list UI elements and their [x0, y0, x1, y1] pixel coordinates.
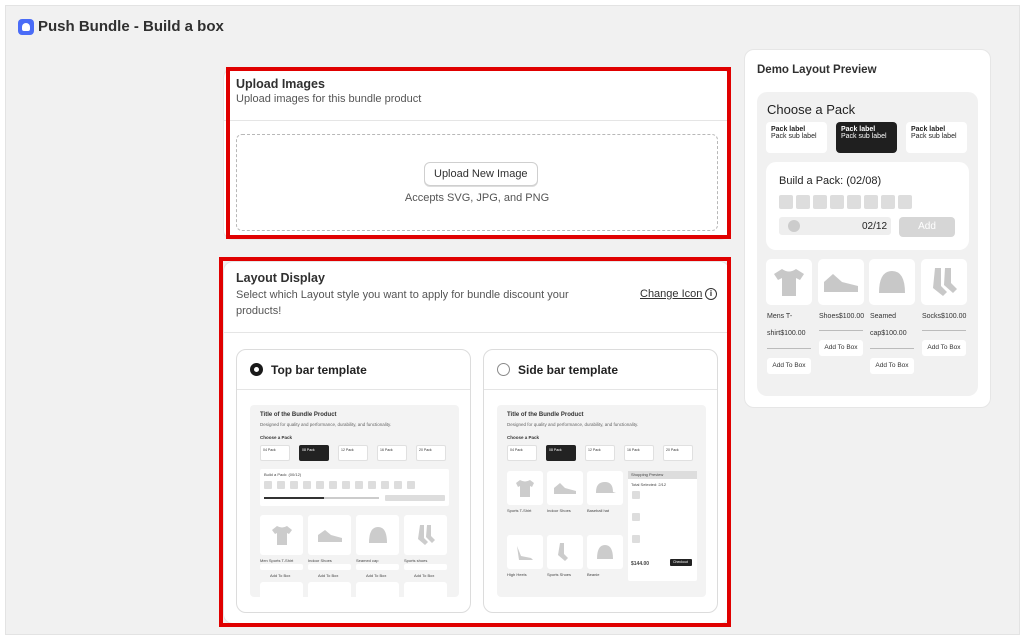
preview-pack-3[interactable]: Pack label Pack sub label: [906, 122, 967, 153]
socks-icon: [547, 535, 583, 569]
layout-display-card: Layout Display Select which Layout style…: [223, 261, 730, 624]
preview-add-to-box-button[interactable]: Add To Box: [819, 340, 863, 356]
template-side-bar[interactable]: Side bar template Title of the Bundle Pr…: [483, 349, 718, 613]
demo-layout-preview-card: Demo Layout Preview Choose a Pack Pack l…: [744, 49, 991, 408]
tshirt-icon: [507, 471, 543, 505]
upload-dropzone[interactable]: Upload New Image Accepts SVG, JPG, and P…: [236, 134, 718, 231]
cap-icon: [587, 471, 623, 505]
shoe-icon: [547, 471, 583, 505]
app-title: Push Bundle - Build a box: [38, 18, 224, 35]
layout-title: Layout Display: [236, 271, 325, 285]
beanie-icon: [587, 535, 623, 569]
mock-build-box: Build a Pack: (00/12): [260, 469, 449, 506]
beanie-icon: [356, 515, 399, 555]
upload-images-card: Upload Images Upload images for this bun…: [223, 68, 730, 240]
info-icon[interactable]: i: [705, 288, 717, 300]
mock-pack: 16 Pack: [377, 445, 407, 461]
preview-pack-2[interactable]: Pack label Pack sub label: [836, 122, 897, 153]
upload-new-image-button[interactable]: Upload New Image: [424, 162, 538, 186]
change-icon-link[interactable]: Change Icon: [640, 288, 702, 300]
preview-progress-knob[interactable]: [788, 220, 800, 232]
preview-product-1-label: Mens T-shirt$100.00: [767, 313, 806, 337]
socks-icon: [921, 259, 967, 305]
preview-title: Demo Layout Preview: [757, 64, 877, 76]
preview-product-3-label: Seamed cap$100.00: [870, 313, 907, 337]
mock-pack: 12 Pack: [338, 445, 368, 461]
mock-choose: Choose a Pack: [260, 435, 293, 440]
preview-slot-row: [779, 195, 912, 209]
template-side-bar-label: Side bar template: [518, 362, 619, 377]
mock-shopping-preview: Shopping Preview Total Selected: 2/12 $1…: [628, 471, 697, 581]
preview-add-button[interactable]: Add: [899, 217, 955, 237]
heel-icon: [507, 535, 543, 569]
app-header: Push Bundle - Build a box: [18, 18, 224, 35]
tshirt-icon: [260, 515, 303, 555]
top-bar-preview-mock: Title of the Bundle Product Designed for…: [250, 405, 459, 597]
preview-panel: Choose a Pack Pack label Pack sub label P…: [757, 92, 978, 396]
radio-top-bar[interactable]: [250, 363, 263, 376]
mock-pack: 04 Pack: [260, 445, 290, 461]
mock-pack: 20 Pack: [416, 445, 446, 461]
socks-icon: [404, 515, 447, 555]
layout-subtitle: Select which Layout style you want to ap…: [236, 289, 569, 317]
preview-add-to-box-button[interactable]: Add To Box: [922, 340, 966, 356]
beanie-icon: [869, 259, 915, 305]
shoe-icon: [308, 515, 351, 555]
preview-count: 02/12: [862, 221, 888, 232]
mock-pack: 08 Pack: [299, 445, 329, 461]
side-bar-preview-mock: Title of the Bundle Product Designed for…: [497, 405, 706, 597]
template-top-bar-label: Top bar template: [271, 362, 367, 377]
upload-title: Upload Images: [236, 77, 325, 91]
preview-choose-label: Choose a Pack: [767, 102, 856, 117]
preview-pack-1[interactable]: Pack label Pack sub label: [766, 122, 827, 153]
preview-add-to-box-button[interactable]: Add To Box: [870, 358, 914, 374]
mock-desc: Designed for quality and performance, du…: [260, 422, 392, 427]
app-logo-icon: [18, 18, 34, 35]
preview-product-2-label: Shoes$100.00: [819, 313, 865, 320]
preview-product-4-label: Socks$100.00: [922, 313, 967, 320]
shoe-icon: [818, 259, 864, 305]
mock-title: Title of the Bundle Product: [260, 412, 337, 418]
preview-add-to-box-button[interactable]: Add To Box: [767, 358, 811, 374]
upload-accepts-text: Accepts SVG, JPG, and PNG: [404, 192, 550, 204]
preview-build-label: Build a Pack: (02/08): [779, 175, 882, 187]
preview-build-box: Build a Pack: (02/08) 02/12 Add: [766, 162, 969, 250]
template-top-bar[interactable]: Top bar template Title of the Bundle Pro…: [236, 349, 471, 613]
radio-side-bar[interactable]: [497, 363, 510, 376]
upload-subtitle: Upload images for this bundle product: [236, 93, 422, 105]
tshirt-icon: [766, 259, 812, 305]
